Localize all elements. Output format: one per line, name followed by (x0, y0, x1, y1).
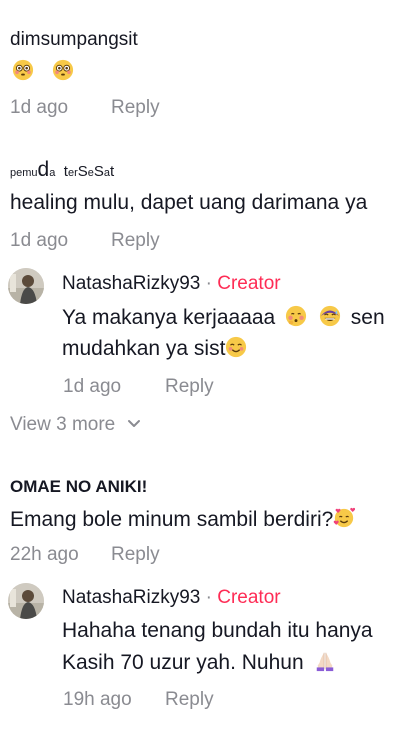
shy-face-icon (286, 305, 307, 327)
creator-badge: Creator (217, 273, 281, 294)
avatar-photo (8, 268, 44, 304)
view-more-label: View 3 more (10, 414, 116, 435)
avatar[interactable] (8, 583, 44, 619)
comment-text: Emang bole minum sambil berdiri? (10, 508, 334, 531)
comment-username[interactable]: OMAE NO ANIKI! (10, 477, 147, 497)
separator-dot: · (205, 587, 212, 608)
username-part: er (67, 167, 78, 179)
reply-text: Kasih 70 uzur yah. Nuhun (62, 651, 304, 674)
comment-text: healing mulu, dapet uang darimana ya (10, 191, 368, 214)
username-part: S (93, 163, 104, 180)
pray-hands-icon (316, 652, 333, 672)
reply-time: 19h ago (63, 689, 132, 710)
reply-time: 1d ago (63, 376, 122, 397)
reply-text-line: Ya makanya kerjaaaaa sen (62, 305, 385, 330)
reply-button[interactable]: Reply (111, 544, 160, 566)
comment-time: 22h ago (10, 544, 79, 565)
chevron-down-icon (127, 420, 140, 427)
comment-emoji-row (12, 59, 74, 83)
reply-button[interactable]: Reply (165, 689, 214, 711)
reply-button[interactable]: Reply (111, 230, 160, 252)
avatar[interactable] (8, 268, 44, 304)
reply-text-line: mudahkan ya sist (62, 336, 247, 361)
reply-text-line: Kasih 70 uzur yah. Nuhun (62, 650, 336, 675)
reply-header: NatashaRizky93 · Creator (62, 273, 281, 295)
reply-text: Ya makanya kerjaaaaa (62, 306, 276, 329)
view-more-replies-button[interactable]: View 3 more (10, 414, 141, 436)
reply-text-tail: sen (350, 306, 385, 329)
reply-header: NatashaRizky93 · Creator (62, 587, 281, 609)
comment-time: 1d ago (10, 230, 69, 251)
username-part: S (77, 163, 88, 180)
avatar-photo (8, 583, 44, 619)
creator-badge: Creator (217, 587, 281, 608)
comment-text-line: Emang bole minum sambil berdiri? (10, 507, 356, 532)
reply-text: Hahaha tenang bundah itu hanya (62, 619, 373, 642)
reply-button[interactable]: Reply (165, 376, 214, 398)
username-part: a (49, 167, 56, 179)
sweat-smile-icon (319, 305, 341, 327)
username-part: d (37, 158, 50, 181)
comment-username[interactable]: dimsumpangsit (10, 29, 138, 51)
separator-dot: · (205, 273, 212, 294)
blush-smile-icon (226, 336, 247, 358)
hearts-face-icon (334, 507, 356, 528)
reply-text: mudahkan ya sist (62, 337, 226, 360)
flushed-face-icon (12, 59, 34, 81)
reply-button[interactable]: Reply (111, 97, 160, 119)
comment-time: 1d ago (10, 97, 69, 118)
username-part: pemu (10, 167, 38, 179)
username-part: t (110, 163, 115, 180)
reply-username[interactable]: NatashaRizky93 (62, 273, 200, 294)
flushed-face-icon (53, 59, 74, 81)
reply-username[interactable]: NatashaRizky93 (62, 587, 200, 608)
comment-username[interactable]: pemuda terSeSat (10, 158, 114, 182)
